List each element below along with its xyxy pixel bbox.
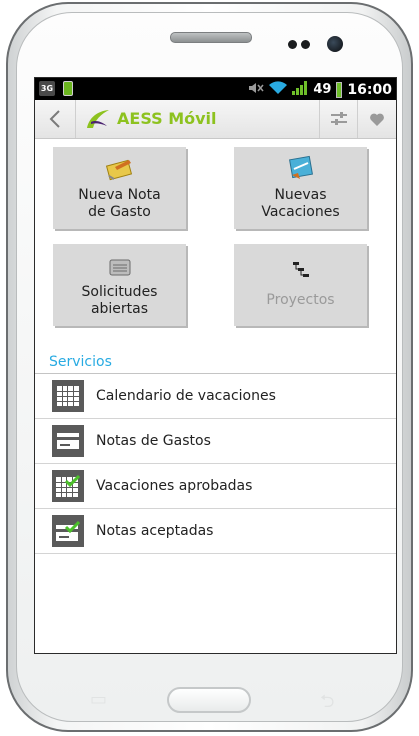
menu-softkey-icon[interactable]: ▭ — [90, 689, 107, 710]
projects-icon — [292, 262, 309, 277]
back-softkey-icon[interactable]: ⮌ — [320, 689, 334, 719]
mute-icon — [248, 80, 264, 99]
phone-notification-icon — [63, 81, 73, 96]
shortcut-grid: Nueva Nota de Gasto Nuevas Vacaciones So… — [35, 138, 396, 348]
back-button[interactable] — [35, 100, 76, 138]
list-item-accepted-notes[interactable]: Notas aceptadas — [35, 509, 396, 554]
device-screen: 3G 49 16:00 AESS Móvil Nueva Nota de Gas… — [35, 78, 396, 653]
list-item-label: Notas de Gastos — [96, 433, 211, 449]
tile-label-line2: Vacaciones — [261, 204, 340, 220]
list-item-approved-vacations[interactable]: Vacaciones aprobadas — [35, 464, 396, 509]
favorites-button[interactable] — [357, 100, 396, 138]
app-title: AESS Móvil — [117, 109, 217, 128]
battery-icon — [336, 81, 343, 98]
list-item-label: Calendario de vacaciones — [96, 388, 276, 404]
network-type-icon: 3G — [39, 81, 55, 96]
tile-label-line1: Nuevas — [274, 187, 327, 203]
vacation-icon — [288, 155, 313, 179]
tile-label-line1: Proyectos — [266, 292, 335, 308]
calendar-check-icon — [52, 470, 84, 502]
chevron-left-icon — [49, 110, 60, 128]
tile-label-line1: Nueva Nota — [78, 187, 161, 203]
new-expense-note-tile[interactable]: Nueva Nota de Gasto — [53, 147, 186, 229]
list-item-label: Vacaciones aprobadas — [96, 478, 253, 494]
open-requests-icon — [109, 259, 130, 276]
clock: 16:00 — [347, 81, 392, 98]
settings-button[interactable] — [319, 100, 358, 138]
services-list: Calendario de vacaciones Notas de Gastos — [35, 374, 396, 554]
proximity-sensor — [288, 40, 297, 49]
calendar-icon — [52, 380, 84, 412]
open-requests-tile[interactable]: Solicitudes abiertas — [53, 244, 186, 326]
list-item-vacation-calendar[interactable]: Calendario de vacaciones — [35, 374, 396, 419]
battery-percent: 49 — [313, 82, 332, 97]
tile-label-line2: abiertas — [90, 301, 149, 317]
sliders-icon — [331, 112, 347, 125]
list-item-label: Notas aceptadas — [96, 523, 214, 539]
tile-label-line1: Solicitudes — [81, 284, 158, 300]
earpiece-speaker — [170, 32, 252, 43]
app-logo — [87, 110, 109, 128]
tile-label-line2: de Gasto — [88, 204, 151, 220]
new-vacation-tile[interactable]: Nuevas Vacaciones — [234, 147, 367, 229]
wifi-icon — [269, 80, 288, 99]
heart-icon — [370, 113, 384, 126]
projects-tile[interactable]: Proyectos — [234, 244, 367, 326]
action-bar: AESS Móvil — [35, 100, 396, 139]
status-bar: 3G 49 16:00 — [35, 78, 396, 100]
card-check-icon — [52, 515, 84, 547]
list-item-expense-notes[interactable]: Notas de Gastos — [35, 419, 396, 464]
light-sensor — [301, 40, 310, 49]
signal-icon — [292, 80, 308, 99]
front-camera — [327, 36, 343, 52]
home-button[interactable] — [167, 687, 251, 713]
services-heading: Servicios — [49, 354, 112, 370]
card-icon — [52, 425, 84, 457]
expense-note-icon — [105, 159, 132, 181]
